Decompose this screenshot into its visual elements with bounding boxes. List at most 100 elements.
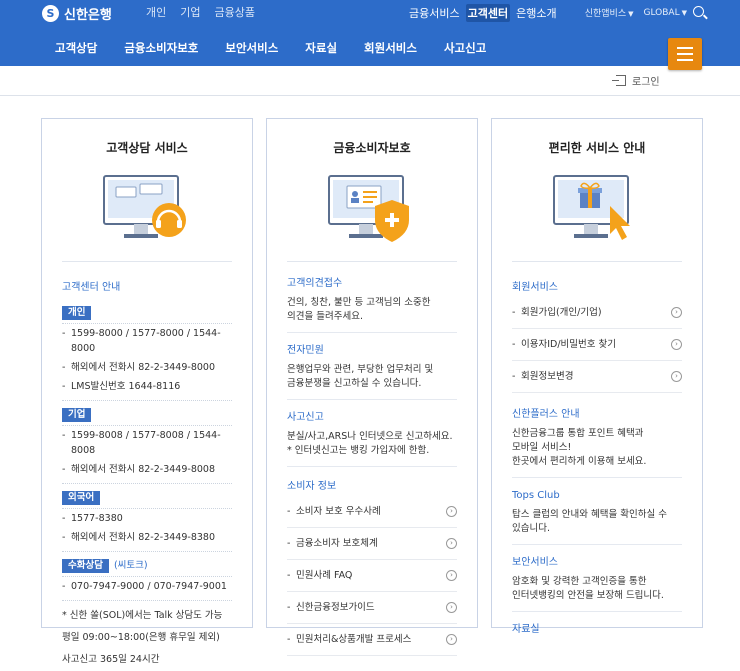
group-foreign: 외국어 1577-8380 해외에서 전화시 82-2-3449-8380 (62, 483, 232, 547)
service-cards: 고객상담 서비스 고객센터 안내 개인 1599-8000 / 1577- (41, 118, 703, 665)
phone-line: 해외에서 전화시 82-2-3449-8008 (62, 460, 232, 479)
card-convenient-services: 편리한 서비스 안내 회원서비스 회원가입(개인/기업) › 이용자ID/비밀번호… (491, 118, 703, 635)
nav-library[interactable]: 자료실 (305, 40, 337, 56)
phone-line: 1599-8000 / 1577-8000 / 1544-8000 (62, 324, 232, 358)
right-nav: 신한앱비스 ▼ GLOBAL ▼ (585, 6, 705, 20)
util-bank-intro[interactable]: 은행소개 (514, 4, 558, 22)
card-body: 고객의견접수 건의, 칭찬, 불만 등 고객님의 소중한 의견을 들려주세요. … (267, 262, 477, 656)
notes: * 신한 쏠(SOL)에서는 Talk 상담도 가능 평일 09:00~18:0… (62, 600, 232, 671)
menu-bar-icon (677, 47, 693, 49)
phone-line: 1577-8380 (62, 509, 232, 528)
list-item[interactable]: 금융소비자 보호체계 › (287, 528, 457, 560)
item-label: 금융소비자 보호체계 (287, 536, 378, 551)
chevron-right-icon: › (671, 371, 682, 382)
list-item[interactable]: 소비자 보호 우수사례 › (287, 496, 457, 528)
block-security[interactable]: 보안서비스 암호화 및 강력한 고객인증을 통한 인터넷뱅킹의 안전을 보장해 … (512, 545, 682, 612)
main-nav: 고객상담 금융소비자보호 보안서비스 자료실 회원서비스 사고신고 (55, 40, 513, 56)
chevron-down-icon: ▼ (628, 10, 634, 18)
chevron-right-icon: › (446, 506, 457, 517)
block-title: 전자민원 (287, 345, 324, 356)
block-desc: * 인터넷신고는 뱅킹 가입자에 한함. (287, 445, 430, 456)
list-item[interactable]: 민원처리&상품개발 프로세스 › (287, 624, 457, 656)
nav-incident[interactable]: 사고신고 (444, 40, 486, 56)
util-nav: 금융서비스 고객센터 은행소개 (407, 4, 559, 22)
card-customer-consult: 고객상담 서비스 고객센터 안내 개인 1599-8000 / 1577- (41, 118, 253, 665)
shinhan-logo-icon: S (42, 5, 59, 22)
group-tag: 수화상담 (62, 559, 109, 573)
menu-bar-icon (677, 59, 693, 61)
list-item[interactable]: 회원정보변경 › (512, 361, 682, 393)
segment-personal[interactable]: 개인 (146, 4, 166, 20)
nav-security[interactable]: 보안서비스 (225, 40, 278, 56)
family-site-label: 신한앱비스 (584, 9, 627, 19)
menu-bar-icon (677, 53, 693, 55)
group-tag: 외국어 (62, 491, 101, 505)
nav-consumer-protection[interactable]: 금융소비자보호 (124, 40, 198, 56)
card-title: 금융소비자보호 (333, 141, 411, 155)
brand-name: 신한은행 (64, 8, 112, 23)
block-title: 사고신고 (287, 412, 324, 423)
login-button[interactable]: 로그인 (612, 73, 660, 88)
list-item[interactable]: 회원가입(개인/기업) › (512, 297, 682, 329)
family-site-dropdown[interactable]: 신한앱비스 ▼ (585, 6, 634, 19)
section-title: 회원서비스 (512, 282, 558, 293)
login-icon (612, 75, 626, 86)
item-label: 이용자ID/비밀번호 찾기 (512, 337, 616, 352)
block-opinion[interactable]: 고객의견접수 건의, 칭찬, 불만 등 고객님의 소중한 의견을 들려주세요. (287, 266, 457, 333)
chevron-down-icon: ▼ (681, 8, 687, 17)
segment-corporate[interactable]: 기업 (180, 4, 200, 20)
gift-monitor-icon (552, 172, 642, 247)
block-desc: 금융분쟁을 신고하실 수 있습니다. (287, 378, 422, 389)
block-desc: 신한금융그룹 통합 포인트 혜택과 (512, 428, 644, 439)
chevron-right-icon: › (446, 602, 457, 613)
item-label: 소비자 보호 우수사례 (287, 504, 381, 519)
block-incident[interactable]: 사고신고 분실/사고,ARS나 인터넷으로 신고하세요. * 인터넷신고는 뱅킹… (287, 400, 457, 467)
section-title[interactable]: 자료실 (512, 622, 682, 637)
chevron-right-icon: › (446, 570, 457, 581)
global-dropdown[interactable]: GLOBAL ▼ (644, 8, 688, 18)
list-item[interactable]: 민원사례 FAQ › (287, 560, 457, 592)
card-title: 편리한 서비스 안내 (548, 141, 646, 155)
phone-line: LMS발신번호 1644-8116 (62, 377, 232, 396)
group-note: (씨토크) (113, 560, 148, 571)
block-e-complaint[interactable]: 전자민원 은행업무와 관련, 부당한 업무처리 및 금융분쟁을 신고하실 수 있… (287, 333, 457, 400)
block-desc: 모바일 서비스! (512, 442, 572, 453)
chevron-right-icon: › (671, 307, 682, 318)
shield-monitor-icon (327, 172, 417, 247)
block-desc: 암호화 및 강력한 고객인증을 통한 (512, 576, 647, 587)
segment-nav: 개인 기업 금융상품 (146, 4, 255, 20)
block-desc: 한곳에서 편리하게 이용해 보세요. (512, 456, 647, 467)
util-customer-center[interactable]: 고객센터 (465, 4, 511, 22)
block-title: 보안서비스 (512, 557, 558, 568)
util-financial-service[interactable]: 금융서비스 (407, 4, 462, 22)
item-label: 회원정보변경 (512, 369, 573, 384)
group-corporate: 기업 1599-8008 / 1577-8008 / 1544-8008 해외에… (62, 400, 232, 479)
nav-member[interactable]: 회원서비스 (364, 40, 417, 56)
phone-line: 해외에서 전화시 82-2-3449-8000 (62, 358, 232, 377)
chevron-right-icon: › (446, 538, 457, 549)
block-desc: 의견을 들려주세요. (287, 311, 363, 322)
block-desc: 건의, 칭찬, 불만 등 고객님의 소중한 (287, 297, 431, 308)
phone-line: 070-7947-9000 / 070-7947-9001 (62, 577, 232, 596)
list-item[interactable]: 신한금융정보가이드 › (287, 592, 457, 624)
block-desc: 분실/사고,ARS나 인터넷으로 신고하세요. (287, 431, 453, 442)
block-desc: 있습니다. (512, 523, 550, 534)
section-title: 소비자 정보 (287, 481, 337, 492)
segment-products[interactable]: 금융상품 (215, 4, 255, 20)
card-body: 고객센터 안내 개인 1599-8000 / 1577-8000 / 1544-… (42, 262, 252, 671)
nav-consult[interactable]: 고객상담 (55, 40, 97, 56)
item-label: 신한금융정보가이드 (287, 600, 375, 615)
block-tops-club[interactable]: Tops Club 탑스 클럽의 안내와 혜택을 확인하실 수 있습니다. (512, 478, 682, 545)
group-tag: 개인 (62, 306, 92, 320)
item-label: 회원가입(개인/기업) (512, 305, 602, 320)
sub-bar: 로그인 (0, 66, 740, 96)
list-item[interactable]: 이용자ID/비밀번호 찾기 › (512, 329, 682, 361)
group-tag: 기업 (62, 408, 92, 422)
card-title: 고객상담 서비스 (106, 141, 188, 155)
item-label: 민원사례 FAQ (287, 568, 352, 583)
search-icon[interactable] (693, 6, 704, 17)
note-text: * 신한 쏠(SOL)에서는 Talk 상담도 가능 (62, 610, 223, 621)
block-shinhan-plus[interactable]: 신한플러스 안내 신한금융그룹 통합 포인트 혜택과 모바일 서비스! 한곳에서… (512, 393, 682, 478)
brand-logo[interactable]: S 신한은행 (42, 4, 112, 23)
chevron-right-icon: › (671, 339, 682, 350)
